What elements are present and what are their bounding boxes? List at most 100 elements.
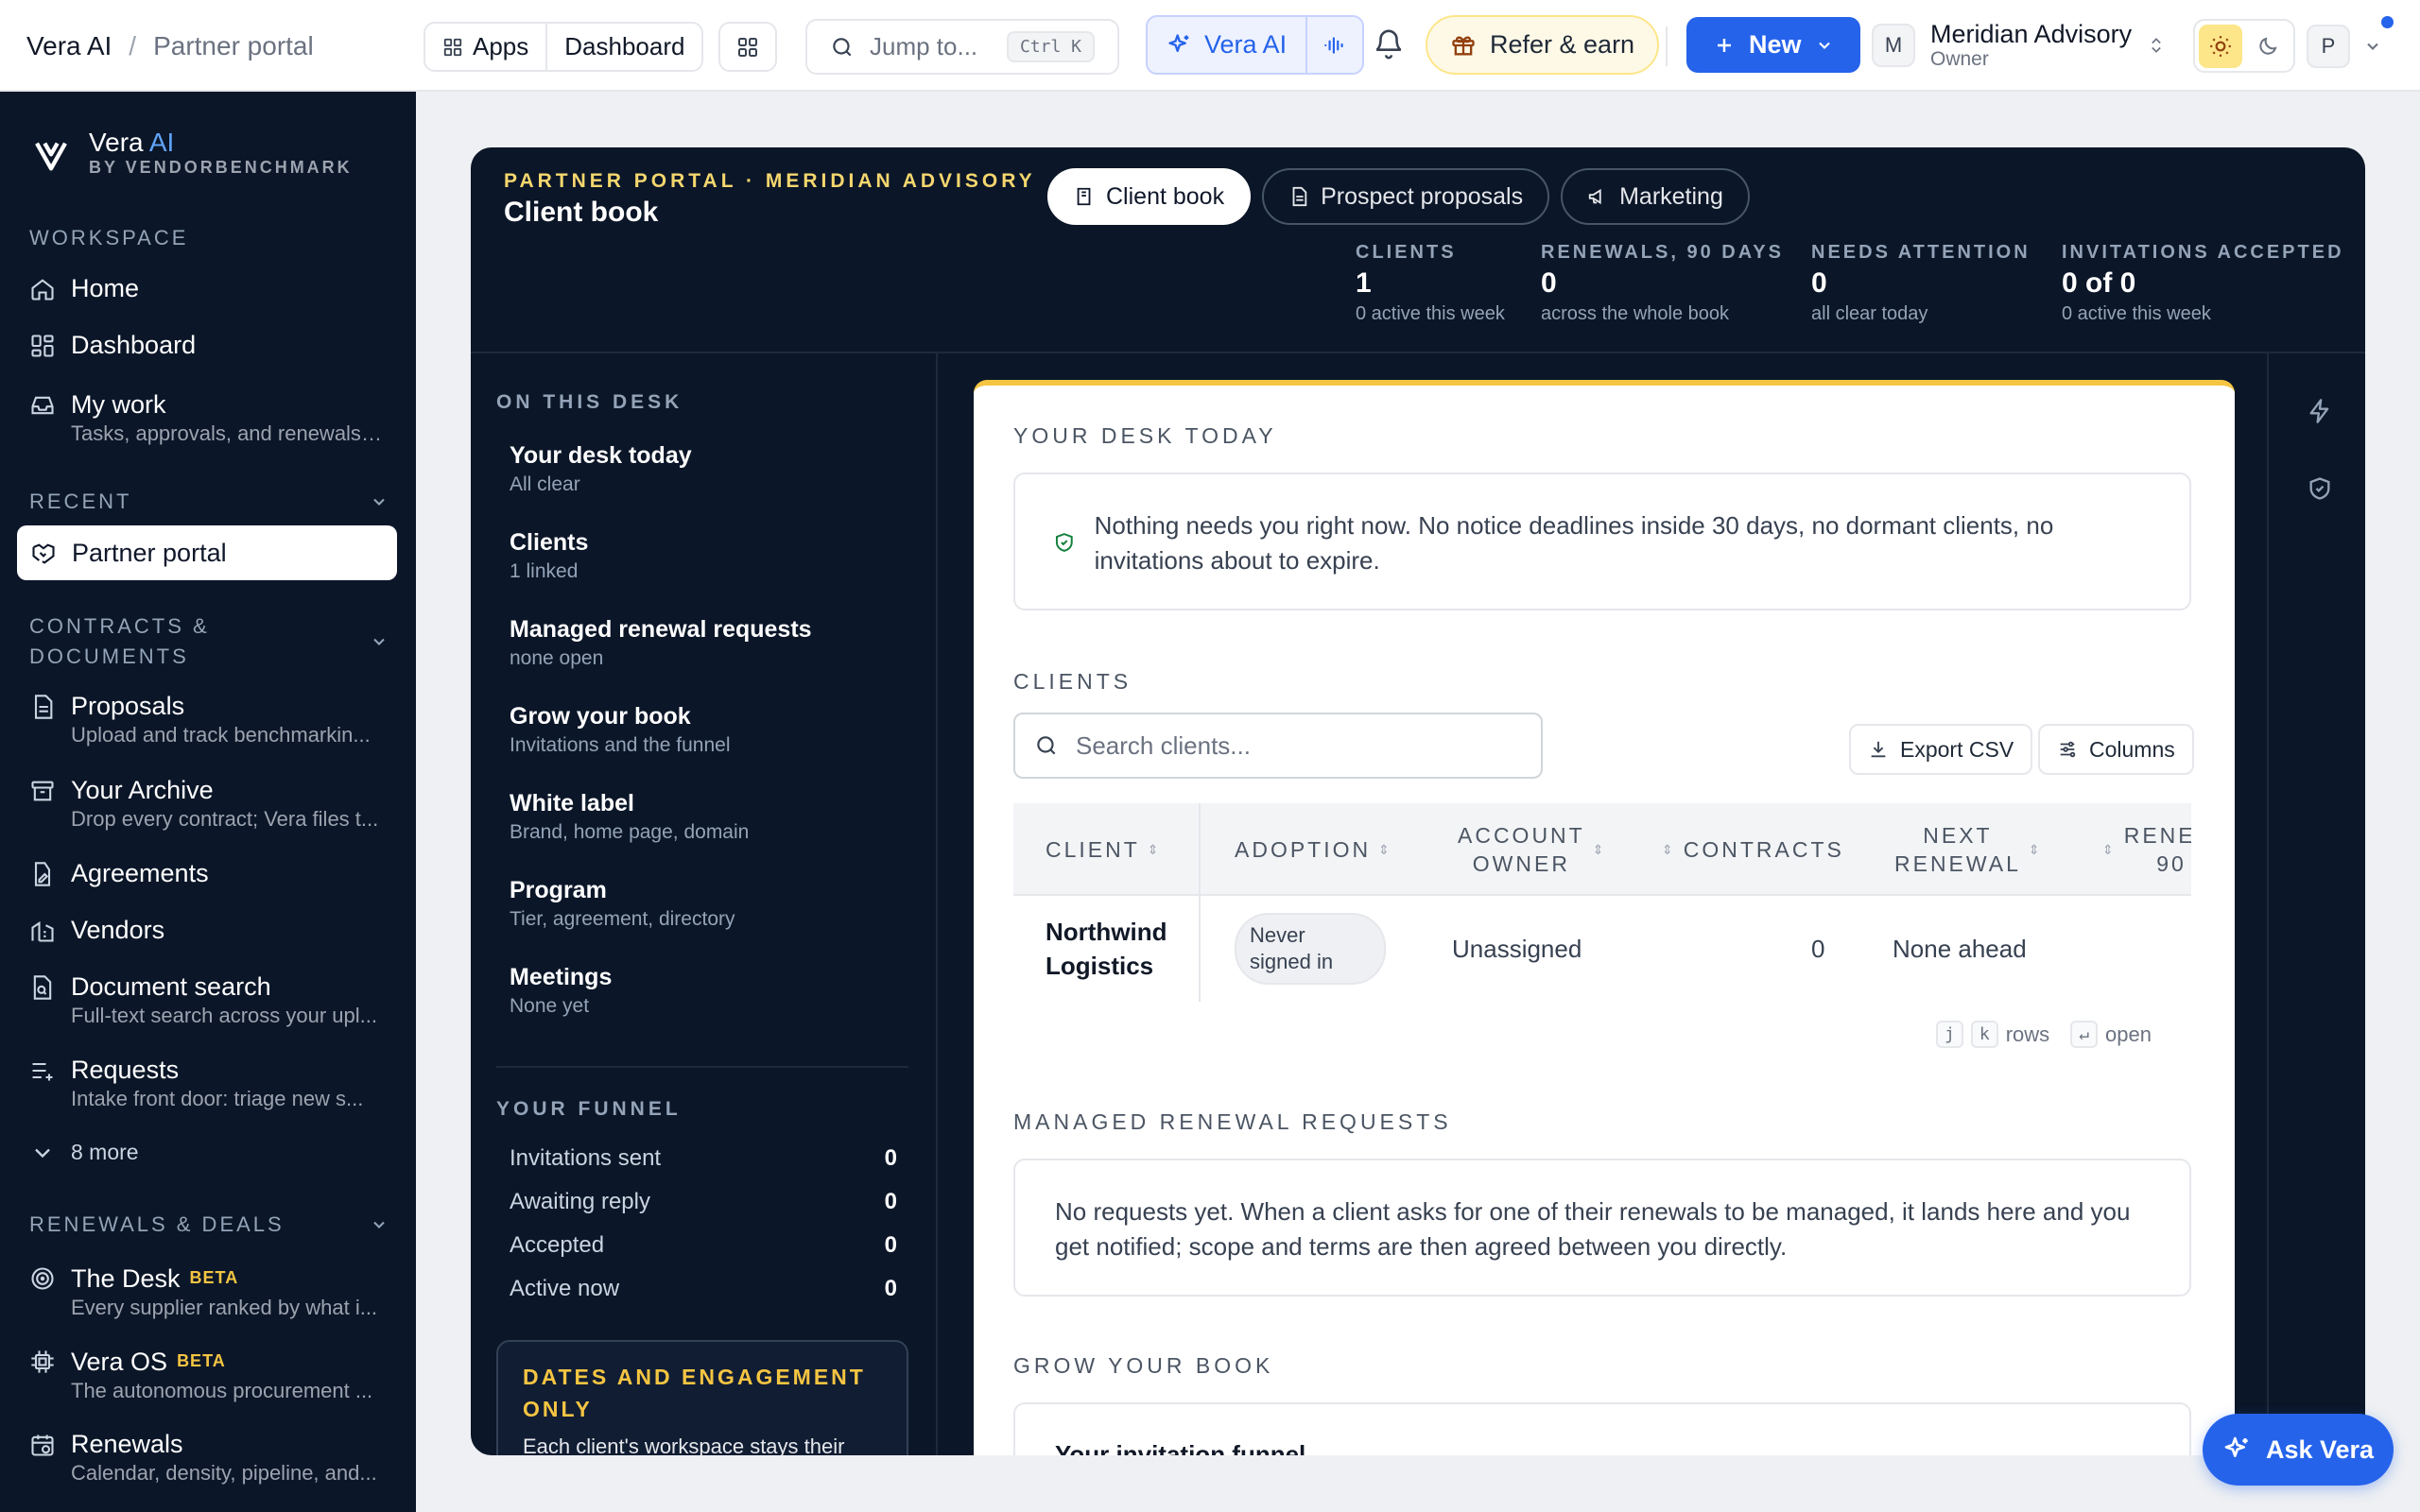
light-mode-button[interactable] — [2199, 24, 2242, 68]
new-button[interactable]: New — [1686, 17, 1860, 73]
quick-nav: Apps Dashboard — [424, 22, 704, 72]
sidebar-item-vendors[interactable]: Vendors — [29, 914, 398, 946]
ask-vera-button[interactable]: Ask Vera — [2203, 1414, 2394, 1486]
column-header-client[interactable]: CLIENT ⇕ — [1046, 803, 1162, 896]
column-header-contracts[interactable]: ⇕ CONTRACTS — [1662, 803, 1844, 896]
desk-nav-item[interactable]: Your desk today All clear — [510, 442, 692, 496]
sidebar-item-my-work[interactable]: My work Tasks, approvals, and renewals ..… — [29, 388, 398, 447]
sidebar-item-archive[interactable]: Your Archive Drop every contract; Vera fi… — [29, 774, 398, 833]
account-owner-cell: Unassigned — [1452, 934, 1582, 963]
brand[interactable]: Vera AI BY VENDORBENCHMARK — [32, 128, 353, 178]
contracts-heading[interactable]: CONTRACTS & DOCUMENTS — [29, 611, 389, 672]
stat-sub: 0 active this week — [2062, 303, 2211, 324]
desk-nav-item[interactable]: White label Brand, home page, domain — [510, 790, 749, 844]
page-bottom — [416, 1455, 2420, 1512]
desk-nav-item[interactable]: Managed renewal requests none open — [510, 616, 812, 670]
brand-ai: AI — [148, 128, 175, 157]
hint-label: rows — [2005, 1022, 2050, 1046]
chevron-down-icon — [373, 638, 385, 645]
chevron-down-icon — [1818, 42, 1830, 49]
refer-label: Refer & earn — [1490, 30, 1635, 59]
sidebar-item-label: Partner portal — [72, 539, 227, 567]
sort-icon: ⇕ — [2028, 842, 2043, 857]
stat-sub: 0 active this week — [1356, 303, 1505, 324]
desk-nav-item[interactable]: Clients 1 linked — [510, 529, 588, 583]
breadcrumb-root[interactable]: Vera AI — [26, 31, 112, 61]
user-menu[interactable]: P — [2307, 19, 2382, 73]
desk-nav-sub: Tier, agreement, directory — [510, 908, 735, 930]
shield-check-icon[interactable] — [2307, 474, 2333, 503]
voice-button[interactable] — [1305, 17, 1362, 73]
key-j: j — [1936, 1021, 1963, 1048]
sidebar-more[interactable]: 8 more — [29, 1136, 398, 1168]
tab-marketing[interactable]: Marketing — [1561, 168, 1750, 225]
apps-button[interactable]: Apps — [425, 24, 545, 70]
divider — [1666, 26, 1668, 66]
dashboard-label: Dashboard — [564, 32, 685, 60]
divider — [496, 1066, 908, 1068]
column-header-adoption[interactable]: ADOPTION ⇕ — [1235, 803, 1392, 896]
notifications-button[interactable] — [1373, 26, 1405, 62]
client-name[interactable]: Northwind Logistics — [1046, 896, 1167, 1002]
client-search-input[interactable]: Search clients... — [1013, 713, 1543, 779]
desk-nav-item[interactable]: Program Tier, agreement, directory — [510, 877, 735, 931]
sidebar-item-home[interactable]: Home — [29, 272, 398, 304]
desk-nav-item[interactable]: Grow your book Invitations and the funnel — [510, 703, 731, 757]
table-row[interactable]: Northwind Logistics Never signed in Unass… — [1013, 896, 2191, 1002]
layout-button[interactable] — [718, 22, 777, 72]
lightning-icon[interactable] — [2307, 397, 2333, 425]
jump-search[interactable]: Jump to... Ctrl K — [805, 19, 1119, 75]
funnel-label: Active now — [510, 1276, 620, 1301]
sidebar-item-renewals[interactable]: Renewals Calendar, density, pipeline, and… — [29, 1428, 398, 1486]
renewals-heading[interactable]: RENEWALS & DEALS — [29, 1212, 389, 1237]
export-csv-button[interactable]: Export CSV — [1849, 724, 2033, 775]
tab-client-book[interactable]: Client book — [1047, 168, 1252, 225]
dark-mode-button[interactable] — [2246, 25, 2290, 68]
funnel-label: Awaiting reply — [510, 1189, 650, 1214]
document-icon — [34, 695, 53, 719]
desk-nav-title: Managed renewal requests — [510, 616, 812, 643]
refer-earn-button[interactable]: Refer & earn — [1426, 15, 1660, 75]
search-placeholder: Jump to... — [870, 32, 978, 60]
sidebar-item-sub: The autonomous procurement ... — [71, 1379, 373, 1402]
columns-button[interactable]: Columns — [2038, 724, 2194, 775]
vera-ai-button[interactable]: Vera AI — [1148, 17, 1305, 73]
dashboard-icon — [31, 335, 54, 357]
chevron-down-icon — [2367, 43, 2378, 50]
sidebar-item-partner-portal[interactable]: Partner portal — [17, 525, 397, 580]
sidebar-item-requests[interactable]: Requests Intake front door: triage new s.… — [29, 1054, 398, 1112]
recent-heading[interactable]: RECENT — [29, 490, 389, 514]
plus-icon — [1718, 38, 1731, 52]
book-icon — [1077, 187, 1091, 206]
sidebar-item-dashboard[interactable]: Dashboard — [29, 329, 398, 361]
column-header-next-renewal[interactable]: NEXT RENEWAL ⇕ — [1894, 803, 2043, 896]
sidebar-item-label: Renewals — [71, 1430, 183, 1458]
dashboard-button[interactable]: Dashboard — [545, 24, 701, 70]
desk-nav-item[interactable]: Meetings None yet — [510, 964, 612, 1018]
tab-prospect-proposals[interactable]: Prospect proposals — [1262, 168, 1550, 225]
funnel-row: Invitations sent 0 — [510, 1145, 897, 1172]
column-header-renewals-90[interactable]: ⇕RENEW90 — [2102, 803, 2191, 896]
sidebar-item-the-desk[interactable]: The Desk BETA Every supplier ranked by wha… — [29, 1262, 398, 1321]
desk-nav-title: Grow your book — [510, 703, 691, 730]
adoption-badge: Never signed in — [1235, 913, 1386, 985]
chevron-down-icon — [35, 1148, 50, 1159]
calendar-clock-icon — [31, 1435, 54, 1456]
gift-icon — [1452, 36, 1475, 55]
sidebar-item-proposals[interactable]: Proposals Upload and track benchmarkin... — [29, 690, 398, 748]
funnel-value: 0 — [884, 1145, 897, 1171]
column-header-account-owner[interactable]: ACCOUNT OWNER ⇕ — [1458, 803, 1606, 896]
vera-ai-control: Vera AI — [1146, 15, 1365, 75]
section-heading: YOUR DESK TODAY — [1013, 423, 1277, 448]
sidebar-item-document-search[interactable]: Document search Full-text search across y… — [29, 971, 398, 1029]
key-k: k — [1970, 1021, 1998, 1048]
account-switcher[interactable]: M Meridian Advisory Owner — [1872, 11, 2166, 79]
sidebar-item-label: Agreements — [71, 859, 209, 887]
sidebar-item-agreements[interactable]: Agreements — [29, 857, 398, 889]
sidebar-item-label: Requests — [71, 1056, 180, 1084]
funnel-label: Accepted — [510, 1232, 605, 1258]
funnel-row: Active now 0 — [510, 1276, 897, 1302]
sidebar-item-vera-os[interactable]: Vera OS BETA The autonomous procurement ..… — [29, 1345, 398, 1404]
desk-nav-title: Your desk today — [510, 442, 692, 469]
vera-logo-icon — [35, 142, 67, 171]
